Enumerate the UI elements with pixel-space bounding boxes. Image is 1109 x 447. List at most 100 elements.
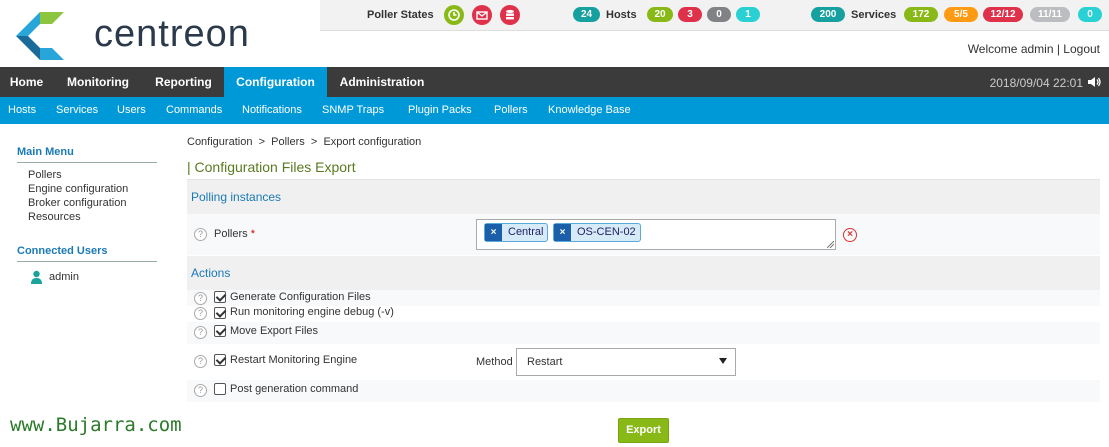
- watermark: www.Bujarra.com: [10, 414, 182, 436]
- subnav-snmp-traps[interactable]: SNMP Traps: [322, 97, 384, 124]
- breadcrumb: Configuration > Pollers > Export configu…: [187, 136, 421, 148]
- services-unknown-badge[interactable]: 11/11: [1030, 7, 1070, 22]
- action-row-generate: ? Generate Configuration Files: [187, 290, 1100, 306]
- polling-instances-header: Polling instances: [187, 180, 1100, 214]
- help-icon[interactable]: ?: [194, 355, 207, 368]
- breadcrumb-separator: >: [258, 136, 265, 148]
- subnav-commands[interactable]: Commands: [166, 97, 222, 124]
- poller-clock-icon[interactable]: [444, 5, 464, 25]
- clock: 2018/09/04 22:01: [989, 76, 1083, 90]
- breadcrumb-pollers[interactable]: Pollers: [271, 136, 305, 148]
- page-title: | Configuration Files Export: [187, 159, 356, 175]
- method-select[interactable]: Restart: [516, 348, 736, 376]
- run-debug-label: Run monitoring engine debug (-v): [230, 306, 394, 318]
- remove-tag-icon[interactable]: ×: [554, 224, 571, 241]
- subnav-users[interactable]: Users: [117, 97, 146, 124]
- hosts-label: Hosts: [606, 9, 637, 21]
- poller-tag-label: Central: [508, 226, 544, 238]
- services-label: Services: [851, 9, 897, 21]
- welcome-bar: Welcome admin | Logout: [968, 42, 1100, 56]
- status-bar: Poller States 24 Hosts 20 3 0 1 200 Serv…: [320, 0, 1109, 31]
- poller-tag-label: OS-CEN-02: [577, 226, 636, 238]
- export-button[interactable]: Export: [618, 418, 669, 443]
- actions-header: Actions: [187, 256, 1100, 290]
- hosts-up-badge[interactable]: 20: [647, 7, 673, 22]
- sound-icon[interactable]: [1087, 76, 1101, 88]
- sidebar-item-engine-configuration[interactable]: Engine configuration: [28, 183, 128, 195]
- pollers-multiselect[interactable]: × Central × OS-CEN-02: [476, 219, 836, 250]
- poller-envelope-icon[interactable]: [472, 5, 492, 25]
- hosts-pending-badge[interactable]: 1: [736, 7, 760, 22]
- nav-administration[interactable]: Administration: [327, 67, 437, 97]
- remove-tag-icon[interactable]: ×: [485, 224, 502, 241]
- centreon-logo[interactable]: centreon: [14, 8, 284, 60]
- help-icon[interactable]: ?: [194, 228, 207, 241]
- method-selected-value: Restart: [527, 356, 563, 368]
- services-critical-badge[interactable]: 12/12: [983, 7, 1023, 22]
- subnav-services[interactable]: Services: [56, 97, 98, 124]
- post-generation-label: Post generation command: [230, 383, 359, 395]
- main-menu-divider: [17, 162, 157, 163]
- sidebar-item-resources[interactable]: Resources: [28, 211, 81, 223]
- move-export-checkbox[interactable]: [214, 325, 226, 337]
- poller-database-icon[interactable]: [500, 5, 520, 25]
- breadcrumb-export-configuration[interactable]: Export configuration: [323, 136, 421, 148]
- restart-engine-label: Restart Monitoring Engine: [230, 354, 358, 366]
- hosts-unreachable-badge[interactable]: 0: [707, 7, 731, 22]
- hosts-total-badge[interactable]: 24: [573, 7, 600, 22]
- brand-name: centreon: [94, 13, 250, 55]
- services-pending-badge[interactable]: 0: [1078, 7, 1102, 22]
- centreon-logo-icon: [16, 12, 64, 60]
- poller-tag-central: × Central: [484, 223, 548, 242]
- subnav-notifications[interactable]: Notifications: [242, 97, 302, 124]
- nav-home[interactable]: Home: [0, 67, 53, 97]
- hosts-down-badge[interactable]: 3: [678, 7, 702, 22]
- help-icon[interactable]: ?: [194, 326, 207, 339]
- action-row-move: ? Move Export Files: [187, 322, 1100, 344]
- action-row-debug: ? Run monitoring engine debug (-v): [187, 306, 1100, 322]
- sidebar-item-broker-configuration[interactable]: Broker configuration: [28, 197, 126, 209]
- nav-monitoring[interactable]: Monitoring: [53, 67, 143, 97]
- user-icon: [31, 270, 42, 284]
- logout-link[interactable]: Logout: [1063, 42, 1100, 56]
- pollers-label: Pollers *: [214, 228, 255, 240]
- breadcrumb-separator: >: [310, 136, 318, 148]
- help-icon[interactable]: ?: [194, 307, 207, 320]
- connected-users-divider: [17, 261, 157, 262]
- subnav-pollers[interactable]: Pollers: [494, 97, 528, 124]
- sidebar-item-pollers[interactable]: Pollers: [28, 169, 62, 181]
- welcome-text: Welcome admin: [967, 42, 1054, 56]
- welcome-separator: |: [1053, 42, 1064, 56]
- clear-selection-icon[interactable]: ×: [843, 228, 857, 242]
- services-ok-badge[interactable]: 172: [904, 7, 938, 22]
- main-menu-title: Main Menu: [17, 146, 74, 158]
- poller-tag-os-cen-02: × OS-CEN-02: [553, 223, 641, 242]
- subnav-hosts[interactable]: Hosts: [8, 97, 36, 124]
- subnav-knowledge-base[interactable]: Knowledge Base: [548, 97, 631, 124]
- method-label: Method: [476, 356, 513, 368]
- resize-handle-icon[interactable]: [827, 241, 834, 248]
- pollers-label-text: Pollers: [214, 228, 248, 240]
- subnav-plugin-packs[interactable]: Plugin Packs: [408, 97, 472, 124]
- restart-engine-checkbox[interactable]: [214, 354, 226, 366]
- nav-configuration[interactable]: Configuration: [224, 67, 327, 97]
- services-warning-badge[interactable]: 5/5: [944, 7, 978, 22]
- connected-user-admin[interactable]: admin: [49, 271, 79, 283]
- generate-config-checkbox[interactable]: [214, 291, 226, 303]
- top-navigation: Home Monitoring Reporting Configuration …: [0, 67, 1109, 97]
- connected-users-title: Connected Users: [17, 245, 108, 257]
- post-generation-checkbox[interactable]: [214, 383, 226, 395]
- nav-reporting[interactable]: Reporting: [143, 67, 224, 97]
- run-debug-checkbox[interactable]: [214, 307, 226, 319]
- required-mark: *: [250, 228, 255, 240]
- help-icon[interactable]: ?: [194, 384, 207, 397]
- header: centreon Poller States 24 Hosts 20 3 0 1…: [0, 0, 1109, 67]
- services-total-badge[interactable]: 200: [811, 7, 845, 22]
- action-row-post-generation: ? Post generation command: [187, 380, 1100, 402]
- sub-navigation: Hosts Services Users Commands Notificati…: [0, 97, 1109, 124]
- caret-down-icon: [719, 358, 727, 364]
- help-icon[interactable]: ?: [194, 292, 207, 305]
- generate-config-label: Generate Configuration Files: [230, 291, 371, 303]
- breadcrumb-configuration[interactable]: Configuration: [187, 136, 252, 148]
- move-export-label: Move Export Files: [230, 325, 319, 337]
